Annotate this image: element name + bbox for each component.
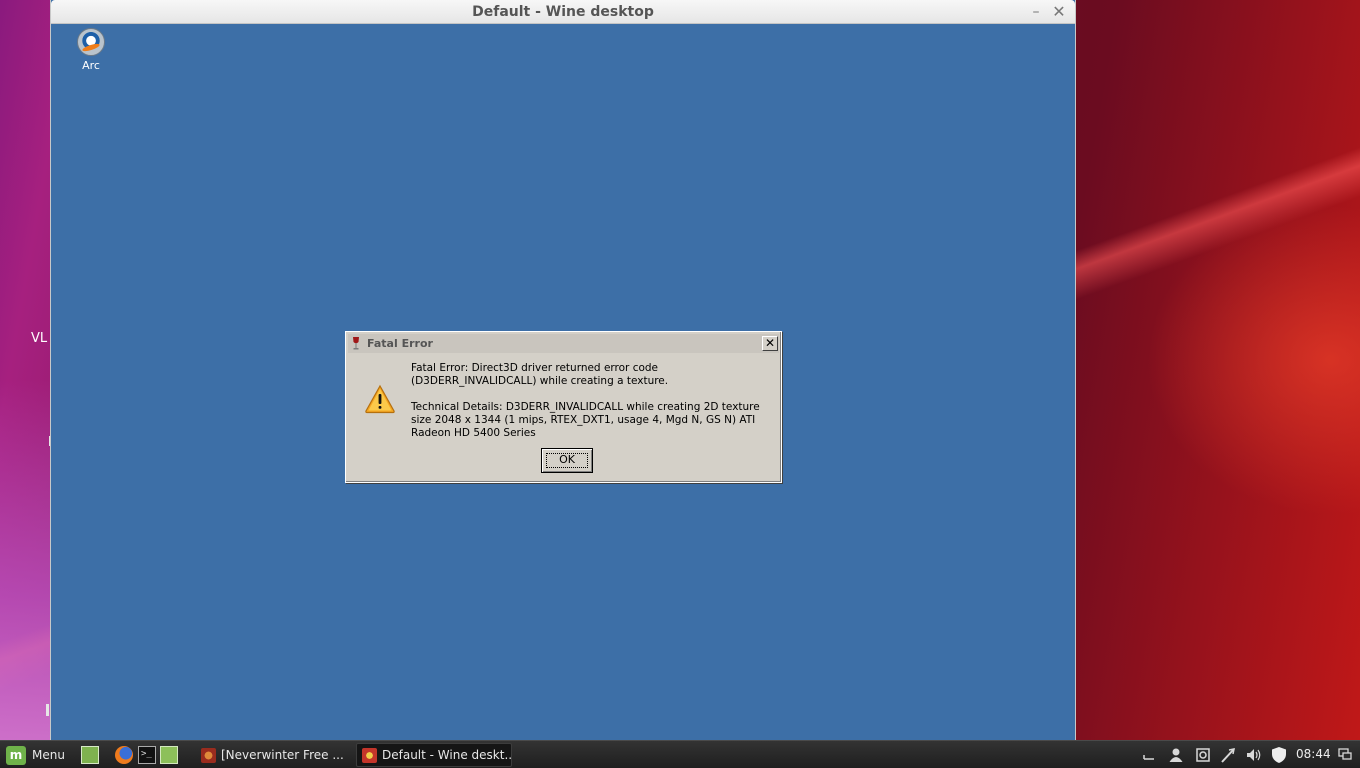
fatal-error-dialog: Fatal Error ✕ Fatal Error: Direct3D driv… — [345, 331, 782, 483]
taskbar-item-label: [Neverwinter Free ... — [221, 748, 344, 762]
shield-icon[interactable] — [1270, 746, 1288, 764]
taskbar-item-wine-desktop[interactable]: Default - Wine deskt... — [356, 743, 512, 767]
show-desktop-icon[interactable] — [81, 746, 99, 764]
taskbar-item-neverwinter[interactable]: [Neverwinter Free ... — [196, 743, 348, 767]
user-icon[interactable] — [1168, 746, 1184, 764]
dialog-close-button[interactable]: ✕ — [762, 336, 778, 351]
taskbar: m Menu >_ [Neverwinter Free ... Default … — [0, 740, 1360, 768]
focus-rect — [546, 453, 588, 468]
network-icon[interactable] — [1220, 746, 1236, 764]
host-desktop-fragment — [46, 704, 49, 716]
volume-icon[interactable] — [1246, 746, 1262, 764]
wine-glass-icon — [353, 337, 359, 350]
neverwinter-icon — [201, 747, 216, 763]
files-icon[interactable] — [160, 746, 178, 764]
host-desktop-icon-label[interactable]: VL — [31, 331, 47, 346]
linux-mint-logo-icon: m — [6, 745, 26, 765]
window-title: Default - Wine desktop — [472, 4, 654, 20]
wine-desktop-window: Default - Wine desktop – ✕ Arc Fatal Err… — [50, 0, 1076, 740]
dialog-titlebar[interactable]: Fatal Error ✕ — [348, 334, 779, 353]
arc-icon — [77, 28, 105, 56]
wallpaper-glow — [0, 380, 52, 740]
dialog-title: Fatal Error — [367, 337, 433, 350]
ok-button[interactable]: OK — [541, 448, 593, 473]
menu-button[interactable]: m Menu — [6, 745, 65, 765]
desktop-icon-arc[interactable]: Arc — [71, 28, 111, 80]
error-technical-details: Technical Details: D3DERR_INVALIDCALL wh… — [411, 401, 760, 439]
update-manager-icon[interactable] — [1195, 746, 1211, 764]
wine-icon — [362, 747, 377, 763]
desktop-icon-label: Arc — [82, 59, 100, 72]
minimize-button[interactable]: – — [1027, 3, 1045, 21]
close-button[interactable]: ✕ — [1050, 3, 1068, 21]
firefox-icon[interactable] — [115, 746, 133, 764]
expand-icon[interactable] — [1141, 746, 1157, 764]
error-message: Fatal Error: Direct3D driver returned er… — [411, 362, 669, 387]
workspace-switcher-icon[interactable] — [1338, 747, 1352, 761]
window-titlebar[interactable]: Default - Wine desktop – ✕ — [51, 0, 1075, 24]
taskbar-item-label: Default - Wine deskt... — [382, 748, 512, 762]
clock[interactable]: 08:44 — [1296, 747, 1331, 761]
menu-label: Menu — [32, 748, 65, 762]
warning-icon — [365, 384, 395, 414]
terminal-icon[interactable]: >_ — [138, 746, 156, 764]
